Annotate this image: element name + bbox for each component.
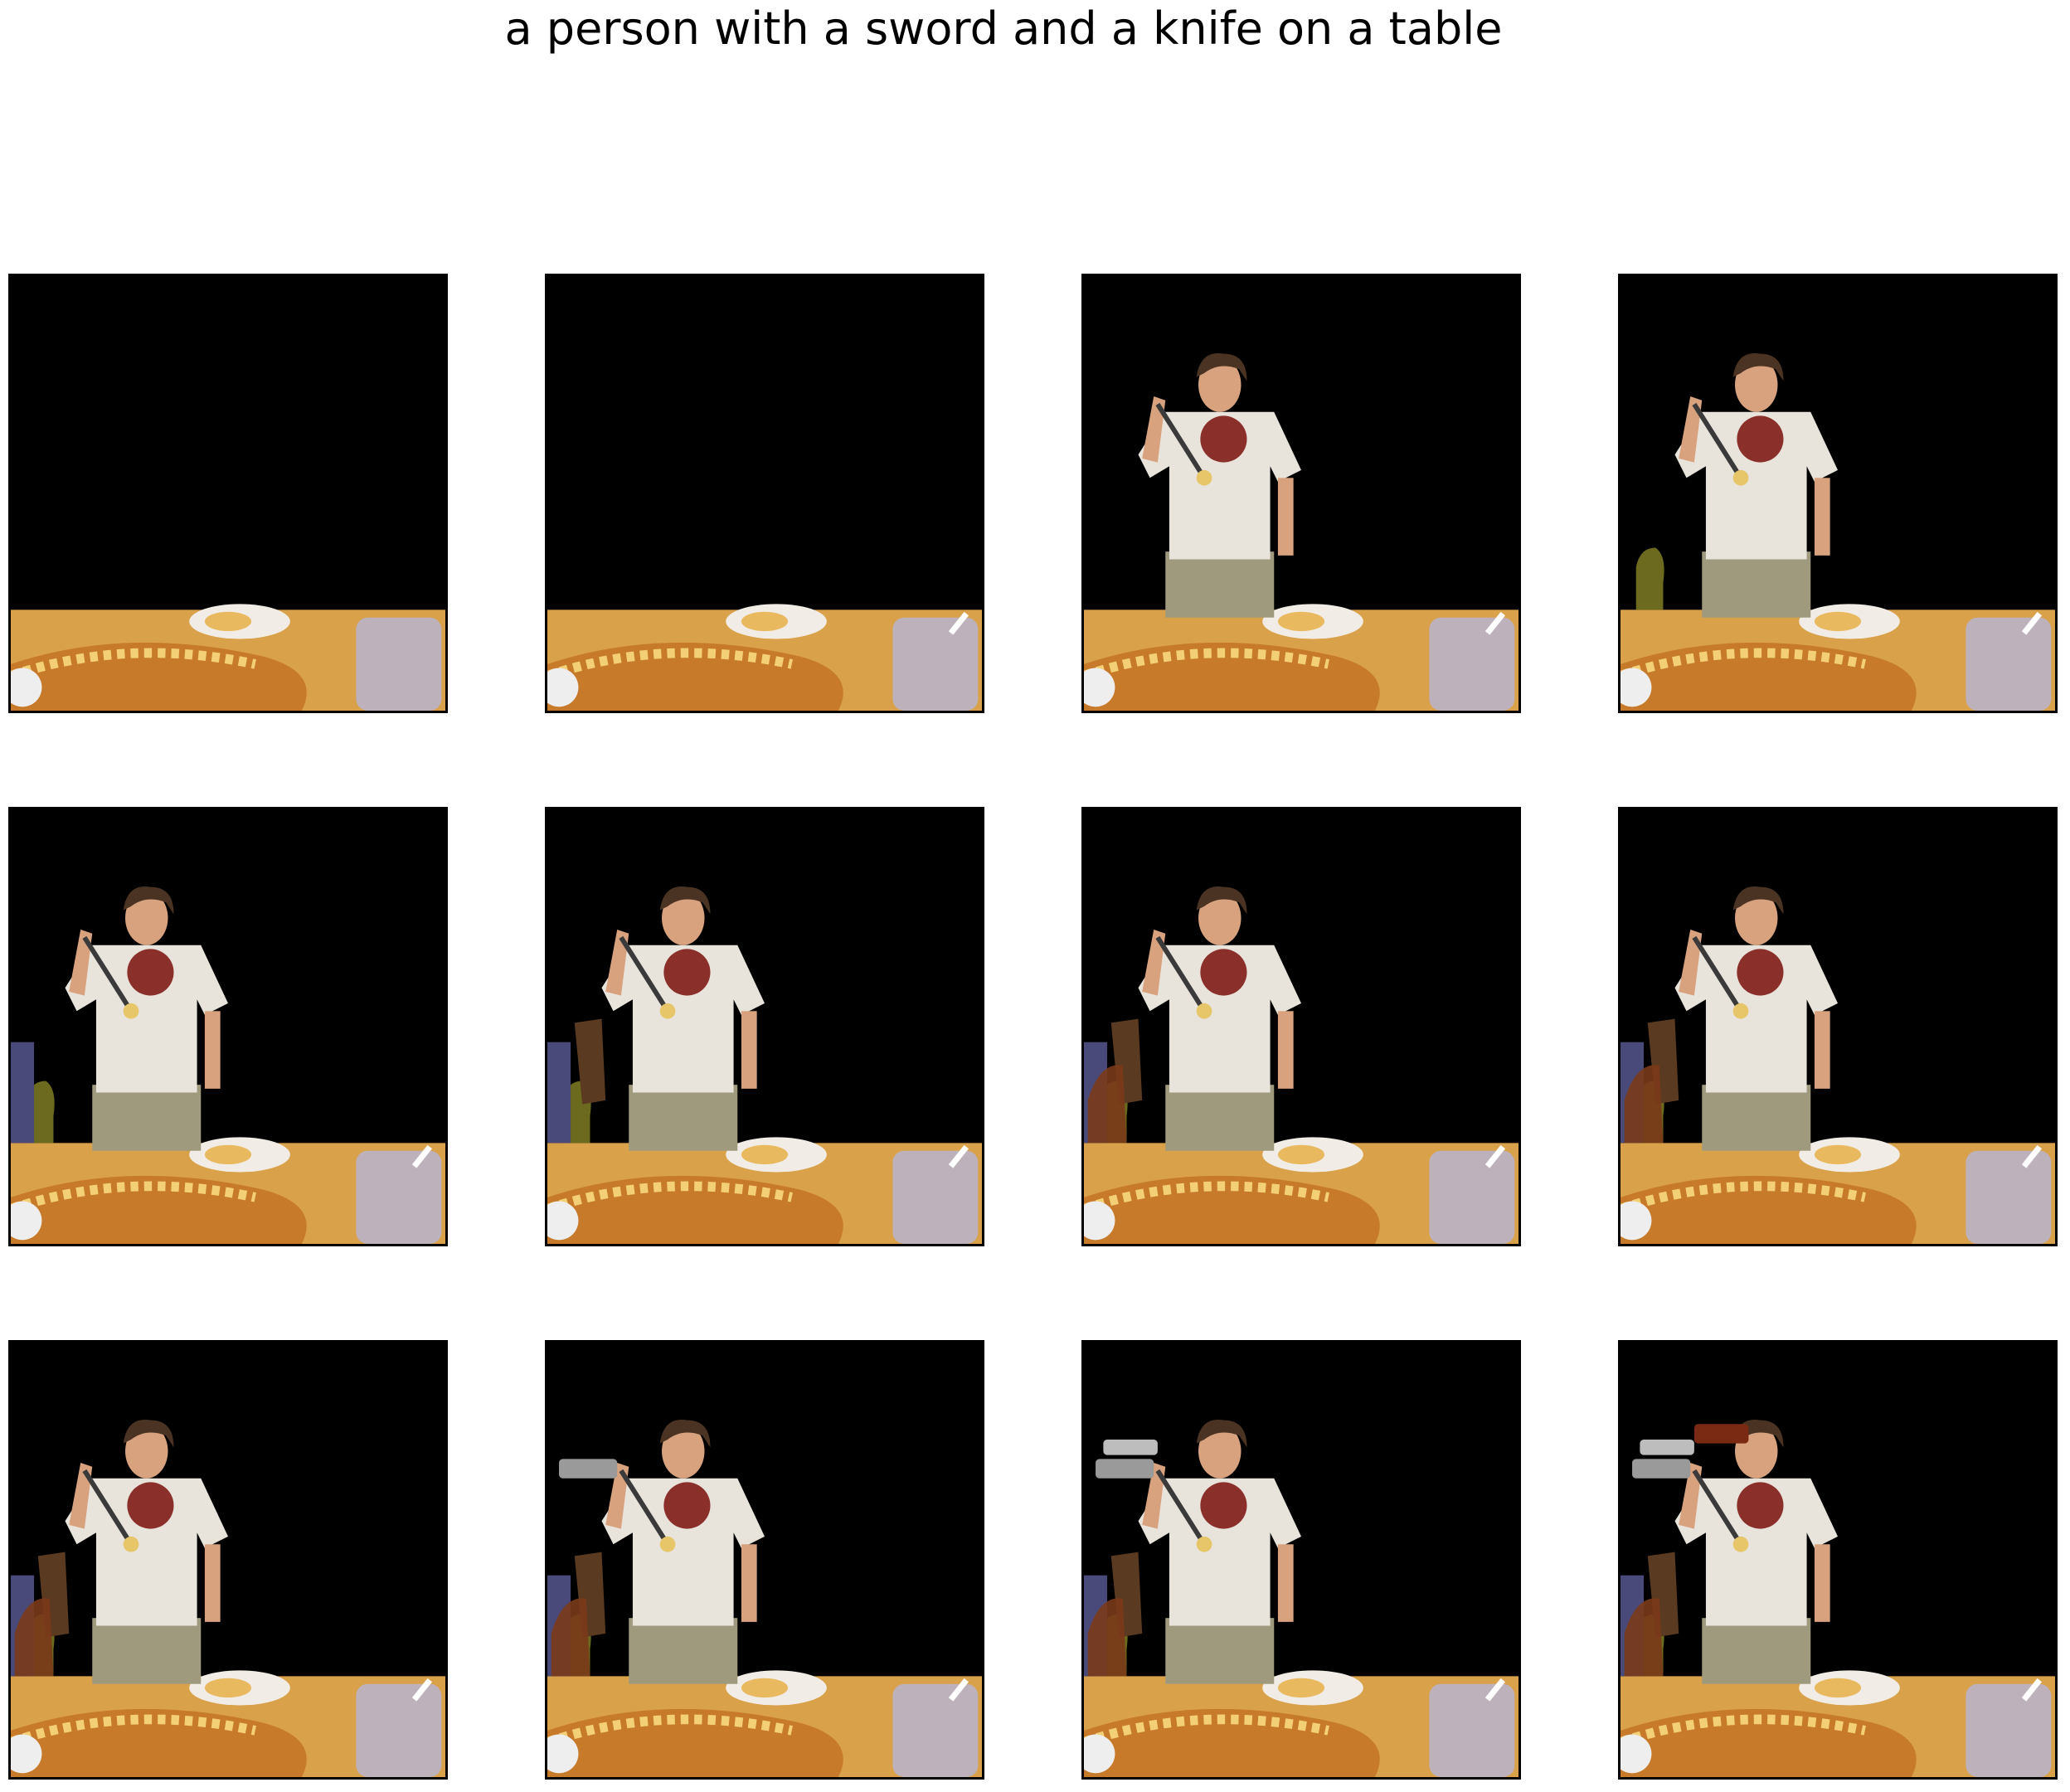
image-panel-4 (1618, 274, 2058, 713)
image-step-3 (1084, 276, 1518, 711)
figure-title: a person with a sword and a knife on a t… (504, 2, 1503, 55)
chair-left (547, 1042, 571, 1144)
image-step-12 (1621, 1343, 2055, 1777)
sword (1693, 1424, 1749, 1444)
table-region (11, 1137, 445, 1244)
image-panel-6 (545, 807, 984, 1246)
image-panel-3 (1081, 274, 1521, 713)
image-step-2 (547, 276, 982, 711)
table-region (11, 604, 445, 711)
image-step-9 (11, 1343, 445, 1777)
image-panel-8 (1618, 807, 2058, 1246)
table-region (1621, 1670, 2055, 1777)
knife-second (1640, 1439, 1694, 1455)
bottle (1635, 547, 1664, 610)
image-step-6 (547, 809, 982, 1244)
table-region (547, 604, 982, 711)
image-panel-2 (545, 274, 984, 713)
image-panel-5 (8, 807, 448, 1246)
knife (1096, 1459, 1154, 1479)
image-step-4 (1621, 276, 2055, 711)
table-region (547, 1137, 982, 1244)
image-panel-9 (8, 1340, 448, 1780)
image-step-8 (1621, 809, 2055, 1244)
knife (559, 1459, 618, 1479)
image-panel-1 (8, 274, 448, 713)
image-panel-10 (545, 1340, 984, 1780)
table-region (1621, 1137, 2055, 1244)
table-region (547, 1670, 982, 1777)
image-panel-12 (1618, 1340, 2058, 1780)
table-region (1621, 604, 2055, 711)
image-step-5 (11, 809, 445, 1244)
image-panel-7 (1081, 807, 1521, 1246)
image-panel-11 (1081, 1340, 1521, 1780)
knife-second (1103, 1439, 1158, 1455)
table-region (1084, 1137, 1518, 1244)
image-step-1 (11, 276, 445, 711)
image-step-7 (1084, 809, 1518, 1244)
table-region (1084, 1670, 1518, 1777)
image-step-10 (547, 1343, 982, 1777)
chair-left (11, 1042, 35, 1144)
knife (1632, 1459, 1691, 1479)
image-step-11 (1084, 1343, 1518, 1777)
table-region (11, 1670, 445, 1777)
table-region (1084, 604, 1518, 711)
